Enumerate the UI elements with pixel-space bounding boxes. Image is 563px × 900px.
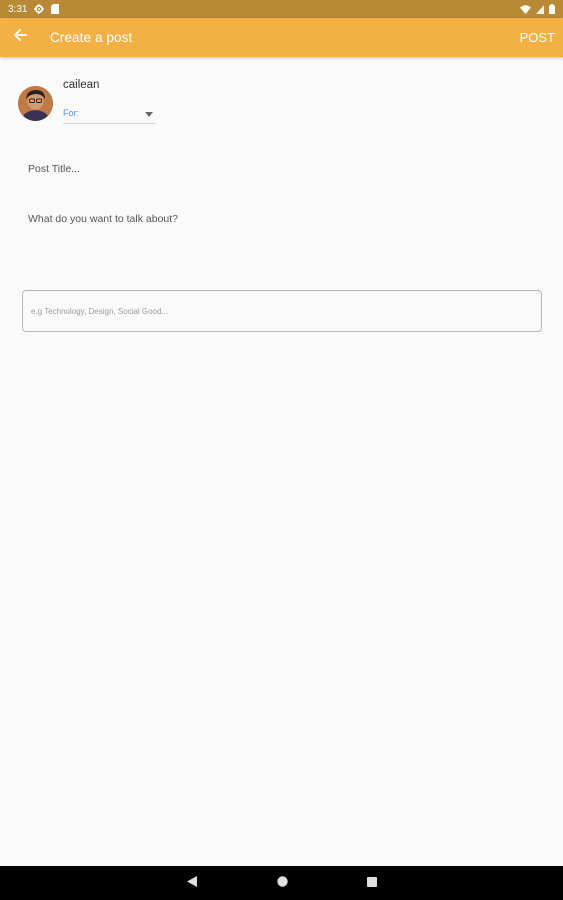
back-triangle-icon (187, 874, 197, 892)
caret-down-icon (145, 104, 153, 122)
audience-dropdown[interactable]: For: (63, 102, 156, 124)
app-bar: Create a post POST (0, 18, 563, 57)
audience-label: For: (63, 107, 80, 118)
username: cailean (63, 79, 100, 91)
status-right (520, 4, 555, 14)
page-title: Create a post (50, 30, 133, 45)
back-button[interactable] (0, 18, 40, 57)
recents-square-icon (367, 874, 377, 892)
tags-input[interactable] (22, 290, 542, 332)
nav-recents-button[interactable] (352, 866, 392, 900)
wifi-icon (520, 4, 531, 14)
status-time: 3:31 (8, 3, 28, 15)
post-body-input[interactable] (28, 213, 528, 253)
sd-card-icon (51, 4, 60, 14)
avatar (18, 86, 53, 121)
nav-back-button[interactable] (172, 866, 212, 900)
home-circle-icon (276, 874, 288, 892)
status-left: 3:31 (8, 3, 60, 15)
battery-icon (549, 4, 555, 14)
nav-home-button[interactable] (262, 866, 302, 900)
signal-icon (536, 4, 544, 14)
gear-icon (34, 4, 45, 14)
arrow-back-icon (13, 28, 27, 47)
navigation-bar (0, 866, 563, 900)
create-post-screen: 3:31 Create a post POST cailean For: Pos… (0, 0, 563, 900)
post-button[interactable]: POST (514, 24, 555, 51)
post-title-input[interactable] (28, 160, 528, 178)
status-bar: 3:31 (0, 0, 563, 18)
